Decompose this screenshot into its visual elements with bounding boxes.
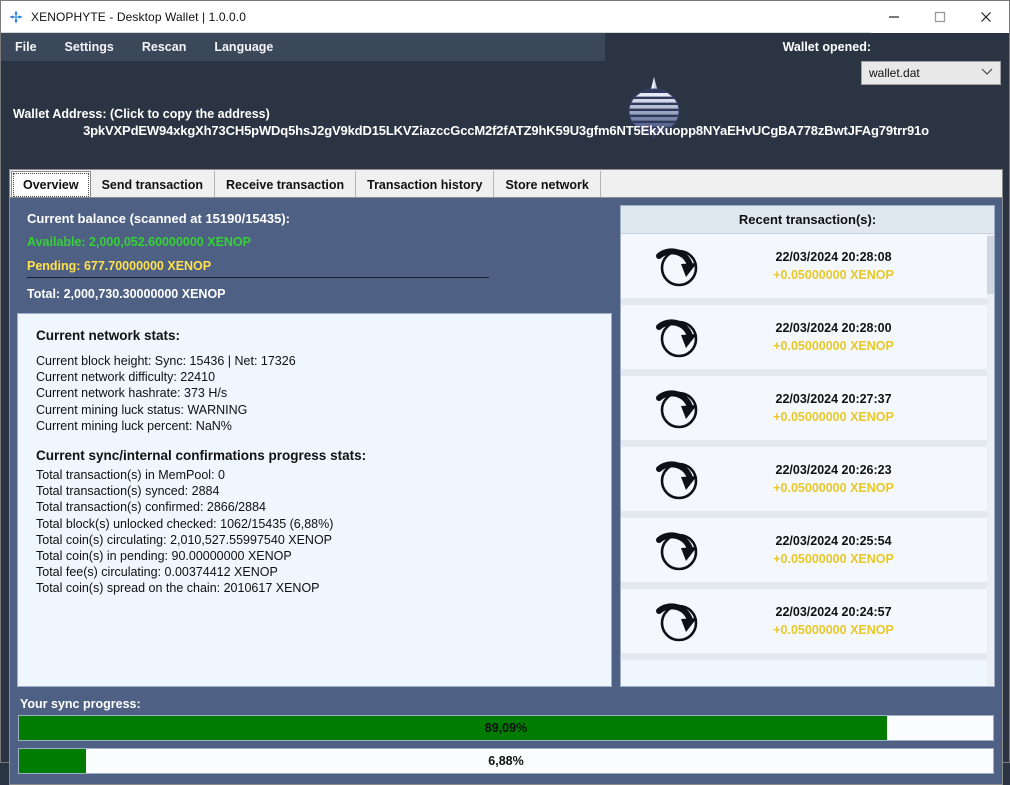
menu-item-file[interactable]: File <box>11 38 41 56</box>
chevron-down-icon <box>981 67 996 79</box>
app-window: XENOPHYTE - Desktop Wallet | 1.0.0.0 Fil… <box>0 0 1010 785</box>
incoming-transaction-icon <box>651 238 707 294</box>
recent-transactions-panel: Recent transaction(s): 22/03/2024 20:28:… <box>620 205 995 687</box>
tab-send-transaction[interactable]: Send transaction <box>90 171 216 198</box>
balance-pending: Pending: 677.70000000 XENOP <box>27 259 212 273</box>
sync-stat-line: Total coin(s) circulating: 2,010,527.559… <box>36 532 333 547</box>
app-diamond-icon <box>1 1 31 33</box>
transaction-date: 22/03/2024 20:26:23 <box>775 463 892 477</box>
transaction-row[interactable]: 22/03/2024 20:27:37 +0.05000000 XENOP <box>621 376 994 447</box>
overview-content: Current balance (scanned at 15190/15435)… <box>9 197 1003 695</box>
network-stat-line: Current network difficulty: 22410 <box>36 370 216 385</box>
menu-item-language[interactable]: Language <box>210 38 277 56</box>
left-column: Current balance (scanned at 15190/15435)… <box>17 205 613 687</box>
transaction-date: 22/03/2024 20:28:08 <box>775 250 892 264</box>
recent-transactions-scrollbar[interactable] <box>987 234 994 686</box>
network-stat-line: Current network hashrate: 373 H/s <box>36 386 228 401</box>
transaction-amount: +0.05000000 XENOP <box>773 623 894 637</box>
transaction-row[interactable]: 22/03/2024 20:26:23 +0.05000000 XENOP <box>621 447 994 518</box>
incoming-transaction-icon <box>651 593 707 649</box>
wallet-opened-label: Wallet opened: <box>782 40 871 54</box>
sync-stat-line: Total transaction(s) in MemPool: 0 <box>36 468 225 483</box>
incoming-transaction-icon <box>651 309 707 365</box>
close-icon[interactable] <box>963 0 1009 33</box>
network-stat-line: Current mining luck status: WARNING <box>36 402 248 417</box>
transaction-amount: +0.05000000 XENOP <box>773 481 894 495</box>
tab-store-network[interactable]: Store network <box>494 171 601 198</box>
transaction-amount: +0.05000000 XENOP <box>773 552 894 566</box>
transaction-date: 22/03/2024 20:24:57 <box>775 605 892 619</box>
tab-transaction-history[interactable]: Transaction history <box>356 171 495 198</box>
menu-item-settings[interactable]: Settings <box>61 38 118 56</box>
sync-progress-bar: 89,09% <box>18 715 994 741</box>
blocks-progress-bar: 6,88% <box>18 748 994 774</box>
transaction-amount: +0.05000000 XENOP <box>773 268 894 282</box>
transaction-row[interactable]: 22/03/2024 20:24:57 +0.05000000 XENOP <box>621 589 994 660</box>
tab-overview[interactable]: Overview <box>11 171 91 199</box>
transaction-text: 22/03/2024 20:27:37 +0.05000000 XENOP <box>707 392 994 424</box>
sync-stat-line: Total coin(s) in pending: 90.00000000 XE… <box>36 549 292 564</box>
sync-stat-line: Total block(s) unlocked checked: 1062/15… <box>36 516 334 531</box>
tab-strip: Overview Send transaction Receive transa… <box>9 169 1003 199</box>
transaction-date: 22/03/2024 20:27:37 <box>775 392 892 406</box>
network-stats-panel: Current network stats: Current block hei… <box>17 313 613 687</box>
blocks-progress-text: 6,88% <box>488 754 524 768</box>
network-stats-heading: Current network stats: <box>36 328 181 343</box>
sync-stat-line: Total transaction(s) synced: 2884 <box>36 484 220 499</box>
transaction-text: 22/03/2024 20:28:00 +0.05000000 XENOP <box>707 321 994 353</box>
sync-progress-text: 89,09% <box>484 721 528 735</box>
balance-total: Total: 2,000,730.30000000 XENOP <box>27 287 226 301</box>
title-bar: XENOPHYTE - Desktop Wallet | 1.0.0.0 <box>1 0 1009 33</box>
transaction-date: 22/03/2024 20:28:00 <box>775 321 892 335</box>
transaction-row[interactable]: 22/03/2024 20:28:08 +0.05000000 XENOP <box>621 234 994 305</box>
scrollbar-thumb[interactable] <box>987 236 994 294</box>
sync-stats-heading: Current sync/internal confirmations prog… <box>36 448 367 464</box>
transaction-text: 22/03/2024 20:26:23 +0.05000000 XENOP <box>707 463 994 495</box>
balance-divider <box>27 277 489 278</box>
transaction-text: 22/03/2024 20:28:08 +0.05000000 XENOP <box>707 250 994 282</box>
incoming-transaction-icon <box>651 451 707 507</box>
wallet-address-value[interactable]: 3pkVXPdEW94xkgXh73CH5pWDq5hsJ2gV9kdD15LK… <box>13 123 1010 138</box>
balance-title: Current balance (scanned at 15190/15435)… <box>27 211 291 226</box>
app-body: File Settings Rescan Language Wallet ope… <box>1 33 1010 785</box>
balance-available: Available: 2,000,052.60000000 XENOP <box>27 235 251 249</box>
sync-progress-area: Your sync progress: 89,09% 6,88% <box>9 693 1003 785</box>
window-controls <box>871 0 1009 33</box>
wallet-file-select[interactable]: wallet.dat <box>861 61 1001 85</box>
window-title: XENOPHYTE - Desktop Wallet | 1.0.0.0 <box>31 9 247 24</box>
maximize-icon[interactable] <box>917 0 963 33</box>
menu-bar: File Settings Rescan Language <box>1 33 605 61</box>
transaction-row[interactable]: 22/03/2024 20:28:00 +0.05000000 XENOP <box>621 305 994 376</box>
transaction-date: 22/03/2024 20:25:54 <box>775 534 892 548</box>
wallet-address-block: Wallet Address: (Click to copy the addre… <box>1 107 1010 167</box>
transaction-text: 22/03/2024 20:25:54 +0.05000000 XENOP <box>707 534 994 566</box>
transaction-amount: +0.05000000 XENOP <box>773 339 894 353</box>
sync-stat-line: Total fee(s) circulating: 0.00374412 XEN… <box>36 565 278 580</box>
minimize-icon[interactable] <box>871 0 917 33</box>
network-stat-line: Current block height: Sync: 15436 | Net:… <box>36 354 296 368</box>
sync-stat-line: Total coin(s) spread on the chain: 20106… <box>36 581 320 596</box>
incoming-transaction-icon <box>651 522 707 578</box>
menu-item-rescan[interactable]: Rescan <box>138 38 190 56</box>
recent-transactions-header: Recent transaction(s): <box>621 206 994 234</box>
network-stat-line: Current mining luck percent: NaN% <box>36 418 232 433</box>
recent-transactions-list[interactable]: 22/03/2024 20:28:08 +0.05000000 XENOP 22… <box>621 234 994 686</box>
transaction-amount: +0.05000000 XENOP <box>773 410 894 424</box>
incoming-transaction-icon <box>651 380 707 436</box>
transaction-row[interactable]: 22/03/2024 20:25:54 +0.05000000 XENOP <box>621 518 994 589</box>
sync-progress-label: Your sync progress: <box>20 697 141 711</box>
transaction-text: 22/03/2024 20:24:57 +0.05000000 XENOP <box>707 605 994 637</box>
wallet-file-value: wallet.dat <box>869 66 920 80</box>
sync-stat-line: Total transaction(s) confirmed: 2866/288… <box>36 500 266 515</box>
wallet-address-label: Wallet Address: (Click to copy the addre… <box>13 107 270 121</box>
tab-receive-transaction[interactable]: Receive transaction <box>215 171 357 198</box>
balance-panel: Current balance (scanned at 15190/15435)… <box>17 205 612 313</box>
